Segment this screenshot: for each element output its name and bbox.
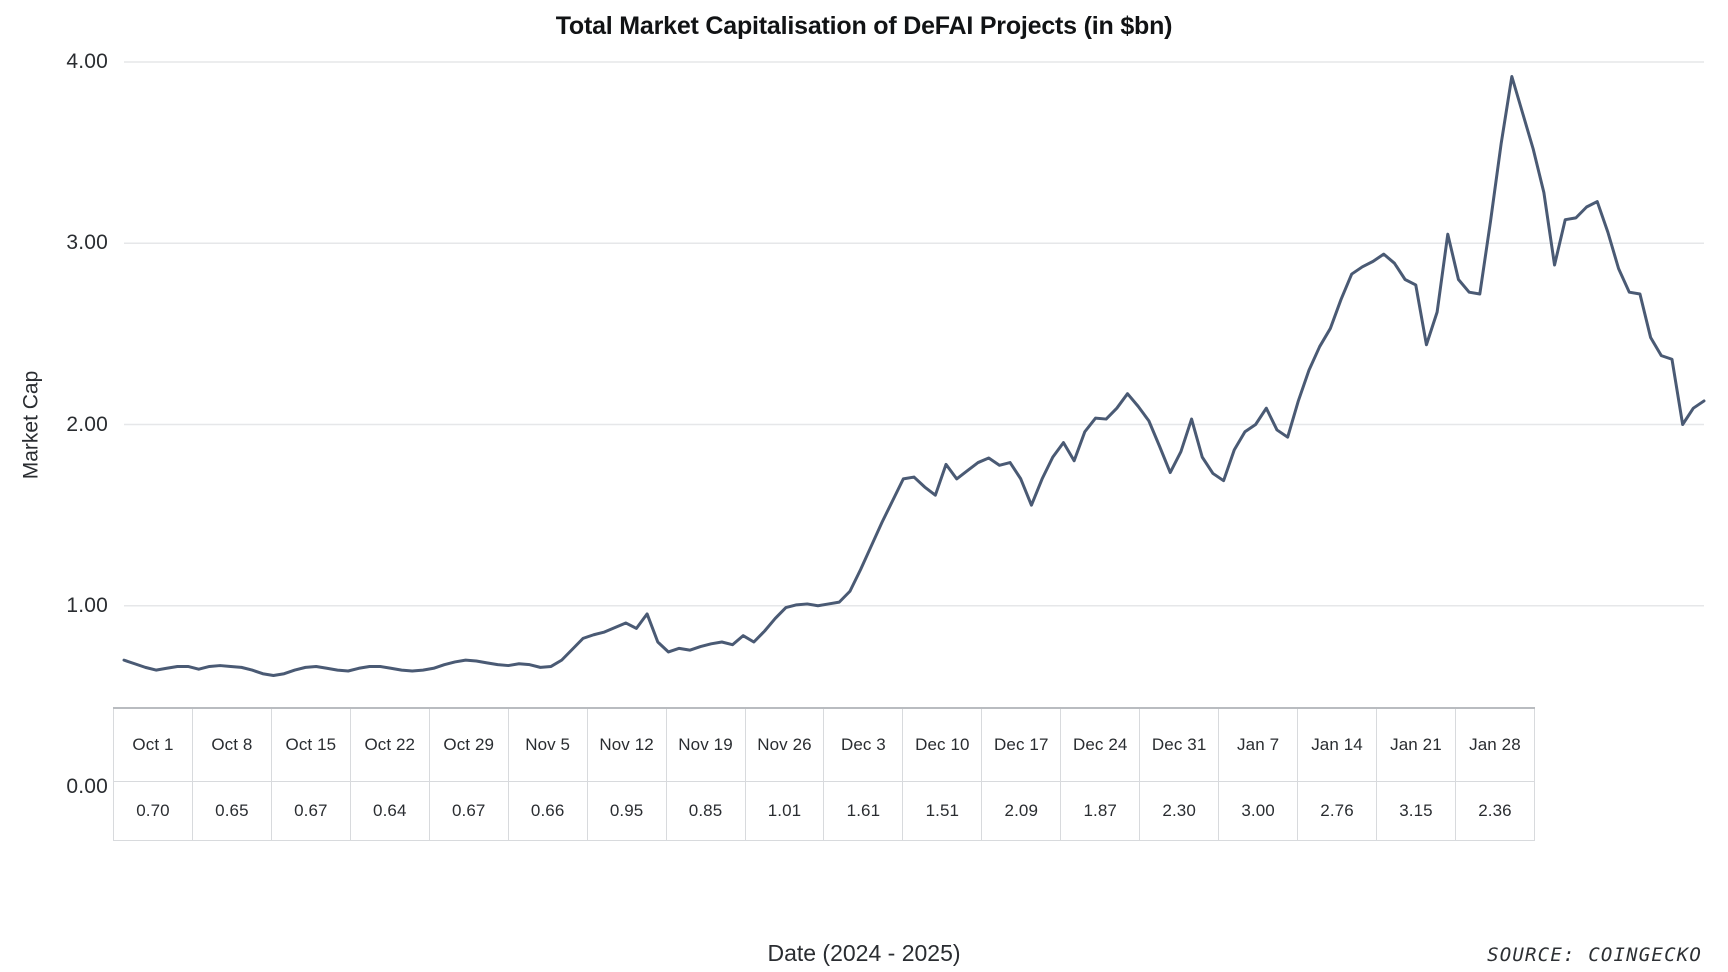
table-cell-date: Jan 14	[1297, 707, 1377, 782]
table-cell-value: 2.30	[1139, 781, 1220, 841]
y-axis-tick: 3.00	[66, 231, 108, 255]
y-axis-tick: 4.00	[66, 50, 108, 73]
table-cell-date: Nov 12	[586, 707, 667, 782]
table-cell-date: Oct 15	[270, 707, 351, 782]
table-cell-date: Nov 5	[507, 707, 588, 782]
table-cell-value: 2.76	[1297, 781, 1377, 841]
table-cell-date: Oct 29	[428, 707, 509, 782]
table-cell-value: 2.09	[981, 781, 1062, 841]
table-cell-value: 1.01	[744, 781, 825, 841]
table-cell-date: Nov 26	[744, 707, 825, 782]
chart-title: Total Market Capitalisation of DeFAI Pro…	[555, 12, 1173, 40]
table-cell-value: 1.87	[1060, 781, 1141, 841]
market-cap-line	[122, 75, 1706, 678]
table-cell-date: Oct 1	[113, 707, 193, 782]
chart-container: Total Market Capitalisation of DeFAI Pro…	[0, 0, 1728, 972]
table-cell-date: Oct 8	[191, 707, 272, 782]
table-cell-value: 0.65	[191, 781, 272, 841]
table-cell-value: 0.70	[113, 781, 193, 841]
table-cell-value: 0.67	[270, 781, 351, 841]
y-axis-tick: 2.00	[66, 412, 108, 436]
data-table: Oct 1 Oct 8 Oct 15 Oct 22 Oct 29 Nov 5 Nov 12 N…	[113, 707, 1536, 841]
y-axis-tick: 1.00	[66, 593, 108, 617]
table-cell-value: 1.51	[902, 781, 983, 841]
table-cell-date: Nov 19	[665, 707, 746, 782]
table-cell-date: Dec 3	[823, 707, 904, 782]
table-cell-value: 0.95	[586, 781, 667, 841]
table-cell-date: Jan 21	[1376, 707, 1456, 782]
y-axis-tick: 0.00	[66, 775, 108, 798]
table-cell-value: 3.00	[1218, 781, 1299, 841]
table-cell-date: Jan 28	[1454, 707, 1536, 782]
plot-area	[122, 61, 1706, 787]
line-chart-svg	[122, 61, 1706, 678]
table-cell-date: Jan 7	[1218, 707, 1299, 782]
table-row-dates: Oct 1 Oct 8 Oct 15 Oct 22 Oct 29 Nov 5 Nov 12 N…	[113, 707, 1536, 782]
table-cell-value: 2.36	[1454, 781, 1536, 841]
table-cell-date: Oct 22	[349, 707, 430, 782]
x-axis-title: Date (2024 - 2025)	[0, 940, 1728, 967]
table-cell-value: 0.66	[507, 781, 588, 841]
x-axis-title-label: Date (2024 - 2025)	[767, 940, 961, 966]
table-cell-value: 1.61	[823, 781, 904, 841]
table-cell-value: 3.15	[1376, 781, 1456, 841]
source-attribution: SOURCE: COINGECKO	[1487, 944, 1702, 966]
table-cell-value: 0.85	[665, 781, 746, 841]
table-cell-value: 0.64	[349, 781, 430, 841]
gridlines	[124, 61, 1704, 607]
table-cell-date: Dec 24	[1060, 707, 1141, 782]
table-row-values: 0.70 0.65 0.67 0.64 0.67 0.66 0.95 0.85 1.01 1.61…	[113, 781, 1536, 841]
table-cell-value: 0.67	[428, 781, 509, 841]
table-cell-date: Dec 17	[981, 707, 1062, 782]
table-cell-date: Dec 31	[1139, 707, 1220, 782]
table-cell-date: Dec 10	[902, 707, 983, 782]
y-axis-tick-labels: 0.00 1.00 2.00 3.00 4.00	[0, 50, 108, 798]
